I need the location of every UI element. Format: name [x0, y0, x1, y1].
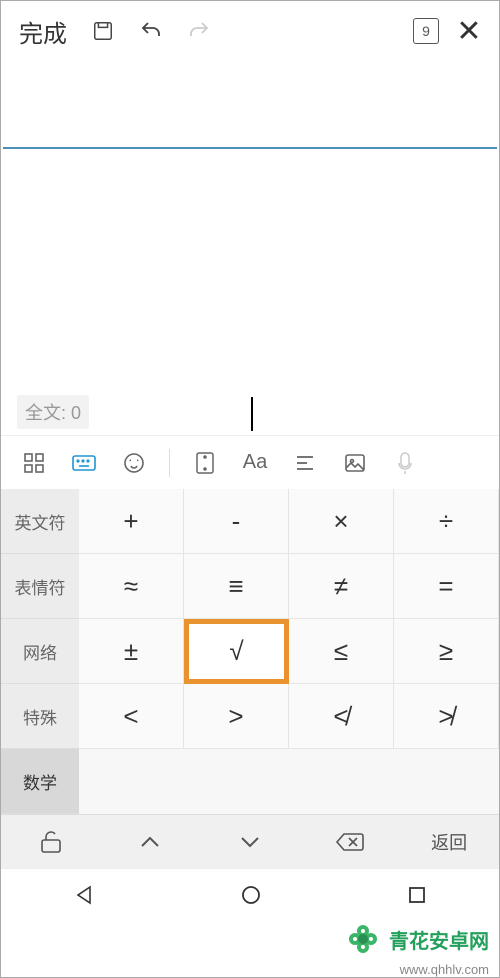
watermark-url: www.qhhlv.com — [400, 962, 489, 977]
page-number-badge[interactable]: 9 — [413, 18, 439, 44]
category-special[interactable]: 特殊 — [1, 684, 79, 749]
category-math[interactable]: 数学 — [1, 749, 79, 814]
watermark-text: 青花安卓网 — [389, 925, 489, 954]
symbol-grid: + - × ÷ ≈ ≡ ≠ = ± √ ≤ ≥ < > ≮ ≯ — [79, 489, 499, 814]
nav-recent-icon[interactable] — [407, 885, 427, 910]
text-input-area[interactable] — [3, 61, 497, 149]
fullscreen-icon[interactable] — [186, 444, 224, 482]
chevron-down-icon[interactable] — [200, 835, 300, 849]
redo-icon — [181, 13, 217, 49]
nav-home-icon[interactable] — [240, 884, 262, 911]
done-button[interactable]: 完成 — [13, 10, 73, 53]
top-toolbar: 完成 9 ✕ — [1, 1, 499, 61]
symbol-key[interactable]: ≡ — [184, 554, 289, 619]
category-network[interactable]: 网络 — [1, 619, 79, 684]
document-body[interactable]: 全文: 0 — [1, 149, 499, 435]
symbol-key[interactable]: ≤ — [289, 619, 394, 684]
undo-icon[interactable] — [133, 13, 169, 49]
symbol-key[interactable]: ≮ — [289, 684, 394, 749]
symbol-key[interactable]: < — [79, 684, 184, 749]
symbol-key[interactable]: > — [184, 684, 289, 749]
format-toolbar: Aa — [1, 435, 499, 489]
symbol-panel: 英文符 表情符 网络 特殊 数学 + - × ÷ ≈ ≡ ≠ = ± √ ≤ ≥… — [1, 489, 499, 814]
nav-back-icon[interactable] — [73, 884, 95, 911]
symbol-key[interactable]: = — [394, 554, 499, 619]
save-icon[interactable] — [85, 13, 121, 49]
back-button[interactable]: 返回 — [399, 829, 499, 855]
emoji-icon[interactable] — [115, 444, 153, 482]
apps-icon[interactable] — [15, 444, 53, 482]
word-count-badge: 全文: 0 — [17, 395, 89, 429]
backspace-icon[interactable] — [300, 831, 400, 853]
symbol-key[interactable]: ≯ — [394, 684, 499, 749]
symbol-key[interactable]: ≈ — [79, 554, 184, 619]
close-icon[interactable]: ✕ — [451, 14, 487, 49]
symbol-key[interactable]: ÷ — [394, 489, 499, 554]
symbol-key[interactable]: + — [79, 489, 184, 554]
symbol-key[interactable]: ≠ — [289, 554, 394, 619]
chevron-up-icon[interactable] — [101, 835, 201, 849]
symbol-key[interactable]: - — [184, 489, 289, 554]
symbol-key[interactable]: × — [289, 489, 394, 554]
symbol-key[interactable]: ≥ — [394, 619, 499, 684]
watermark: 青花安卓网 — [343, 919, 489, 959]
symbol-key[interactable]: ± — [79, 619, 184, 684]
symbol-key-sqrt[interactable]: √ — [184, 619, 289, 684]
bottom-keyboard-bar: 返回 — [1, 814, 499, 868]
image-icon[interactable] — [336, 444, 374, 482]
font-icon[interactable]: Aa — [236, 444, 274, 482]
category-emoji[interactable]: 表情符 — [1, 554, 79, 619]
category-english[interactable]: 英文符 — [1, 489, 79, 554]
mic-icon[interactable] — [386, 444, 424, 482]
category-sidebar: 英文符 表情符 网络 特殊 数学 — [1, 489, 79, 814]
text-cursor — [251, 397, 253, 431]
flower-icon — [343, 919, 383, 959]
lock-icon[interactable] — [1, 830, 101, 854]
align-icon[interactable] — [286, 444, 324, 482]
system-nav-bar — [1, 868, 499, 926]
divider — [169, 449, 170, 477]
keyboard-icon[interactable] — [65, 444, 103, 482]
